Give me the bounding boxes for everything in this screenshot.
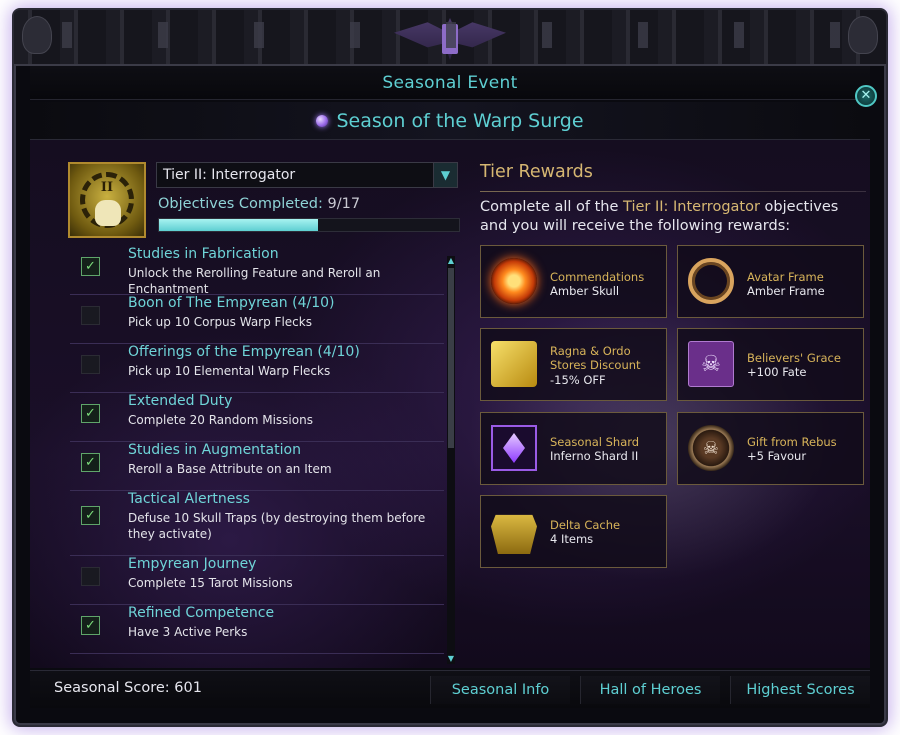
objective-checkbox bbox=[81, 306, 100, 325]
objective-description: Have 3 Active Perks bbox=[128, 625, 248, 639]
objectives-scrollbar[interactable]: ▲ ▼ bbox=[447, 256, 455, 664]
objective-checkbox bbox=[81, 567, 100, 586]
season-header: Season of the Warp Surge bbox=[30, 102, 870, 140]
highest-scores-button[interactable]: Highest Scores bbox=[730, 676, 870, 704]
seasonal-info-button[interactable]: Seasonal Info bbox=[430, 676, 570, 704]
objective-title: Studies in Fabrication bbox=[128, 246, 279, 262]
objective-title: Empyrean Journey bbox=[128, 556, 257, 572]
reward-name: Believers' Grace bbox=[747, 351, 841, 365]
scroll-down-icon[interactable]: ▼ bbox=[447, 654, 455, 664]
objective-description: Reroll a Base Attribute on an Item bbox=[128, 462, 332, 476]
objective-title: Boon of The Empyrean (4/10) bbox=[128, 295, 335, 311]
objective-item: ✓ Tactical Alertness Defuse 10 Skull Tra… bbox=[70, 491, 444, 556]
reward-card[interactable]: Avatar Frame Amber Frame bbox=[677, 245, 864, 318]
objective-item: ✓ Extended Duty Complete 20 Random Missi… bbox=[70, 393, 444, 442]
reward-name: Gift from Rebus bbox=[747, 435, 837, 449]
objective-item: ✓ Studies in Augmentation Reroll a Base … bbox=[70, 442, 444, 491]
reward-value: -15% OFF bbox=[550, 373, 606, 387]
objective-description: Complete 15 Tarot Missions bbox=[128, 576, 293, 590]
objective-checkbox-checked: ✓ bbox=[81, 616, 100, 635]
objective-checkbox-checked: ✓ bbox=[81, 453, 100, 472]
hall-of-heroes-button[interactable]: Hall of Heroes bbox=[580, 676, 720, 704]
objective-checkbox bbox=[81, 355, 100, 374]
season-title: Season of the Warp Surge bbox=[336, 109, 584, 132]
reward-value: Amber Frame bbox=[747, 284, 825, 298]
objectives-count: 9/17 bbox=[327, 196, 361, 212]
objective-description: Unlock the Rerolling Feature and Reroll … bbox=[128, 266, 381, 296]
corner-skull-icon bbox=[22, 16, 52, 54]
reward-value: +100 Fate bbox=[747, 365, 807, 379]
reward-value: +5 Favour bbox=[747, 449, 807, 463]
objective-checkbox-checked: ✓ bbox=[81, 404, 100, 423]
reward-name: Ragna & Ordo Stores Discount bbox=[550, 344, 641, 372]
objectives-completed: Objectives Completed: 9/17 bbox=[158, 196, 360, 212]
reward-card[interactable]: Seasonal Shard Inferno Shard II bbox=[480, 412, 667, 485]
objective-item: Boon of The Empyrean (4/10) Pick up 10 C… bbox=[70, 295, 444, 344]
avatar-frame-icon bbox=[688, 258, 734, 304]
seasonal-score: Seasonal Score: 601 bbox=[54, 680, 202, 696]
tier-dropdown[interactable]: Tier II: Interrogator ▼ bbox=[156, 162, 458, 188]
warp-orb-icon bbox=[316, 114, 329, 127]
rewards-intro-tier: Tier II: Interrogator bbox=[623, 199, 760, 215]
objective-title: Tactical Alertness bbox=[128, 491, 250, 507]
tier-dropdown-value: Tier II: Interrogator bbox=[163, 167, 296, 183]
reward-name: Delta Cache bbox=[550, 518, 621, 532]
scroll-up-icon[interactable]: ▲ bbox=[447, 256, 455, 266]
footer-bar: Seasonal Score: 601 Seasonal Info Hall o… bbox=[30, 670, 870, 708]
tier-rewards-title: Tier Rewards bbox=[480, 162, 593, 182]
objectives-progress-bar bbox=[158, 218, 460, 232]
reward-value: 4 Items bbox=[550, 532, 594, 546]
inquisition-mark-icon bbox=[442, 24, 458, 54]
reward-card[interactable]: ☠ Gift from Rebus +5 Favour bbox=[677, 412, 864, 485]
seasonal-event-window: Seasonal Event Season of the Warp Surge … bbox=[14, 10, 886, 725]
objective-item: ✓ Studies in Fabrication Unlock the Rero… bbox=[70, 246, 444, 296]
objective-item: ✓ Refined Competence Have 3 Active Perks bbox=[70, 605, 444, 654]
scroll-thumb[interactable] bbox=[448, 268, 454, 448]
reward-name: Seasonal Shard bbox=[550, 435, 640, 449]
top-ornament bbox=[14, 10, 886, 66]
reward-card[interactable]: Delta Cache 4 Items bbox=[480, 495, 667, 568]
objective-checkbox-checked: ✓ bbox=[81, 506, 100, 525]
window-title: Seasonal Event bbox=[382, 72, 518, 93]
skull-icon: ☠ bbox=[688, 341, 734, 387]
objective-item: Empyrean Journey Complete 15 Tarot Missi… bbox=[70, 556, 444, 605]
tier-emblem-icon: II bbox=[68, 162, 146, 238]
divider bbox=[480, 191, 866, 192]
reward-card[interactable]: Ragna & Ordo Stores Discount -15% OFF bbox=[480, 328, 667, 401]
corner-skull-icon bbox=[848, 16, 878, 54]
reward-name: Avatar Frame bbox=[747, 270, 824, 284]
chevron-down-icon[interactable]: ▼ bbox=[433, 163, 457, 187]
objective-description: Pick up 10 Corpus Warp Flecks bbox=[128, 315, 312, 329]
reward-card[interactable]: ☠ Believers' Grace +100 Fate bbox=[677, 328, 864, 401]
reward-card[interactable]: Commendations Amber Skull bbox=[480, 245, 667, 318]
rewards-intro: Complete all of the Tier II: Interrogato… bbox=[480, 199, 839, 234]
commendations-icon bbox=[491, 258, 537, 304]
shard-icon bbox=[491, 425, 537, 471]
objective-title: Extended Duty bbox=[128, 393, 233, 409]
objective-title: Offerings of the Empyrean (4/10) bbox=[128, 344, 360, 360]
coins-icon bbox=[491, 341, 537, 387]
objective-checkbox-checked: ✓ bbox=[81, 257, 100, 276]
reward-value: Amber Skull bbox=[550, 284, 620, 298]
objective-description: Defuse 10 Skull Traps (by destroying the… bbox=[128, 511, 426, 541]
seal-icon: ☠ bbox=[688, 425, 734, 471]
objectives-list[interactable]: ✓ Studies in Fabrication Unlock the Rero… bbox=[70, 246, 444, 666]
reward-name: Commendations bbox=[550, 270, 645, 284]
tier-numeral: II bbox=[100, 180, 114, 195]
objectives-label: Objectives Completed: bbox=[158, 196, 323, 212]
objective-description: Complete 20 Random Missions bbox=[128, 413, 313, 427]
title-bar: Seasonal Event bbox=[30, 66, 870, 100]
objectives-progress-fill bbox=[159, 219, 318, 231]
objective-title: Refined Competence bbox=[128, 605, 275, 621]
objective-description: Pick up 10 Elemental Warp Flecks bbox=[128, 364, 331, 378]
close-icon[interactable]: ✕ bbox=[855, 85, 877, 107]
chest-icon bbox=[491, 514, 537, 554]
objective-title: Studies in Augmentation bbox=[128, 442, 301, 458]
main-content: II Tier II: Interrogator ▼ Objectives Co… bbox=[30, 140, 870, 668]
reward-value: Inferno Shard II bbox=[550, 449, 639, 463]
objective-item: Offerings of the Empyrean (4/10) Pick up… bbox=[70, 344, 444, 393]
